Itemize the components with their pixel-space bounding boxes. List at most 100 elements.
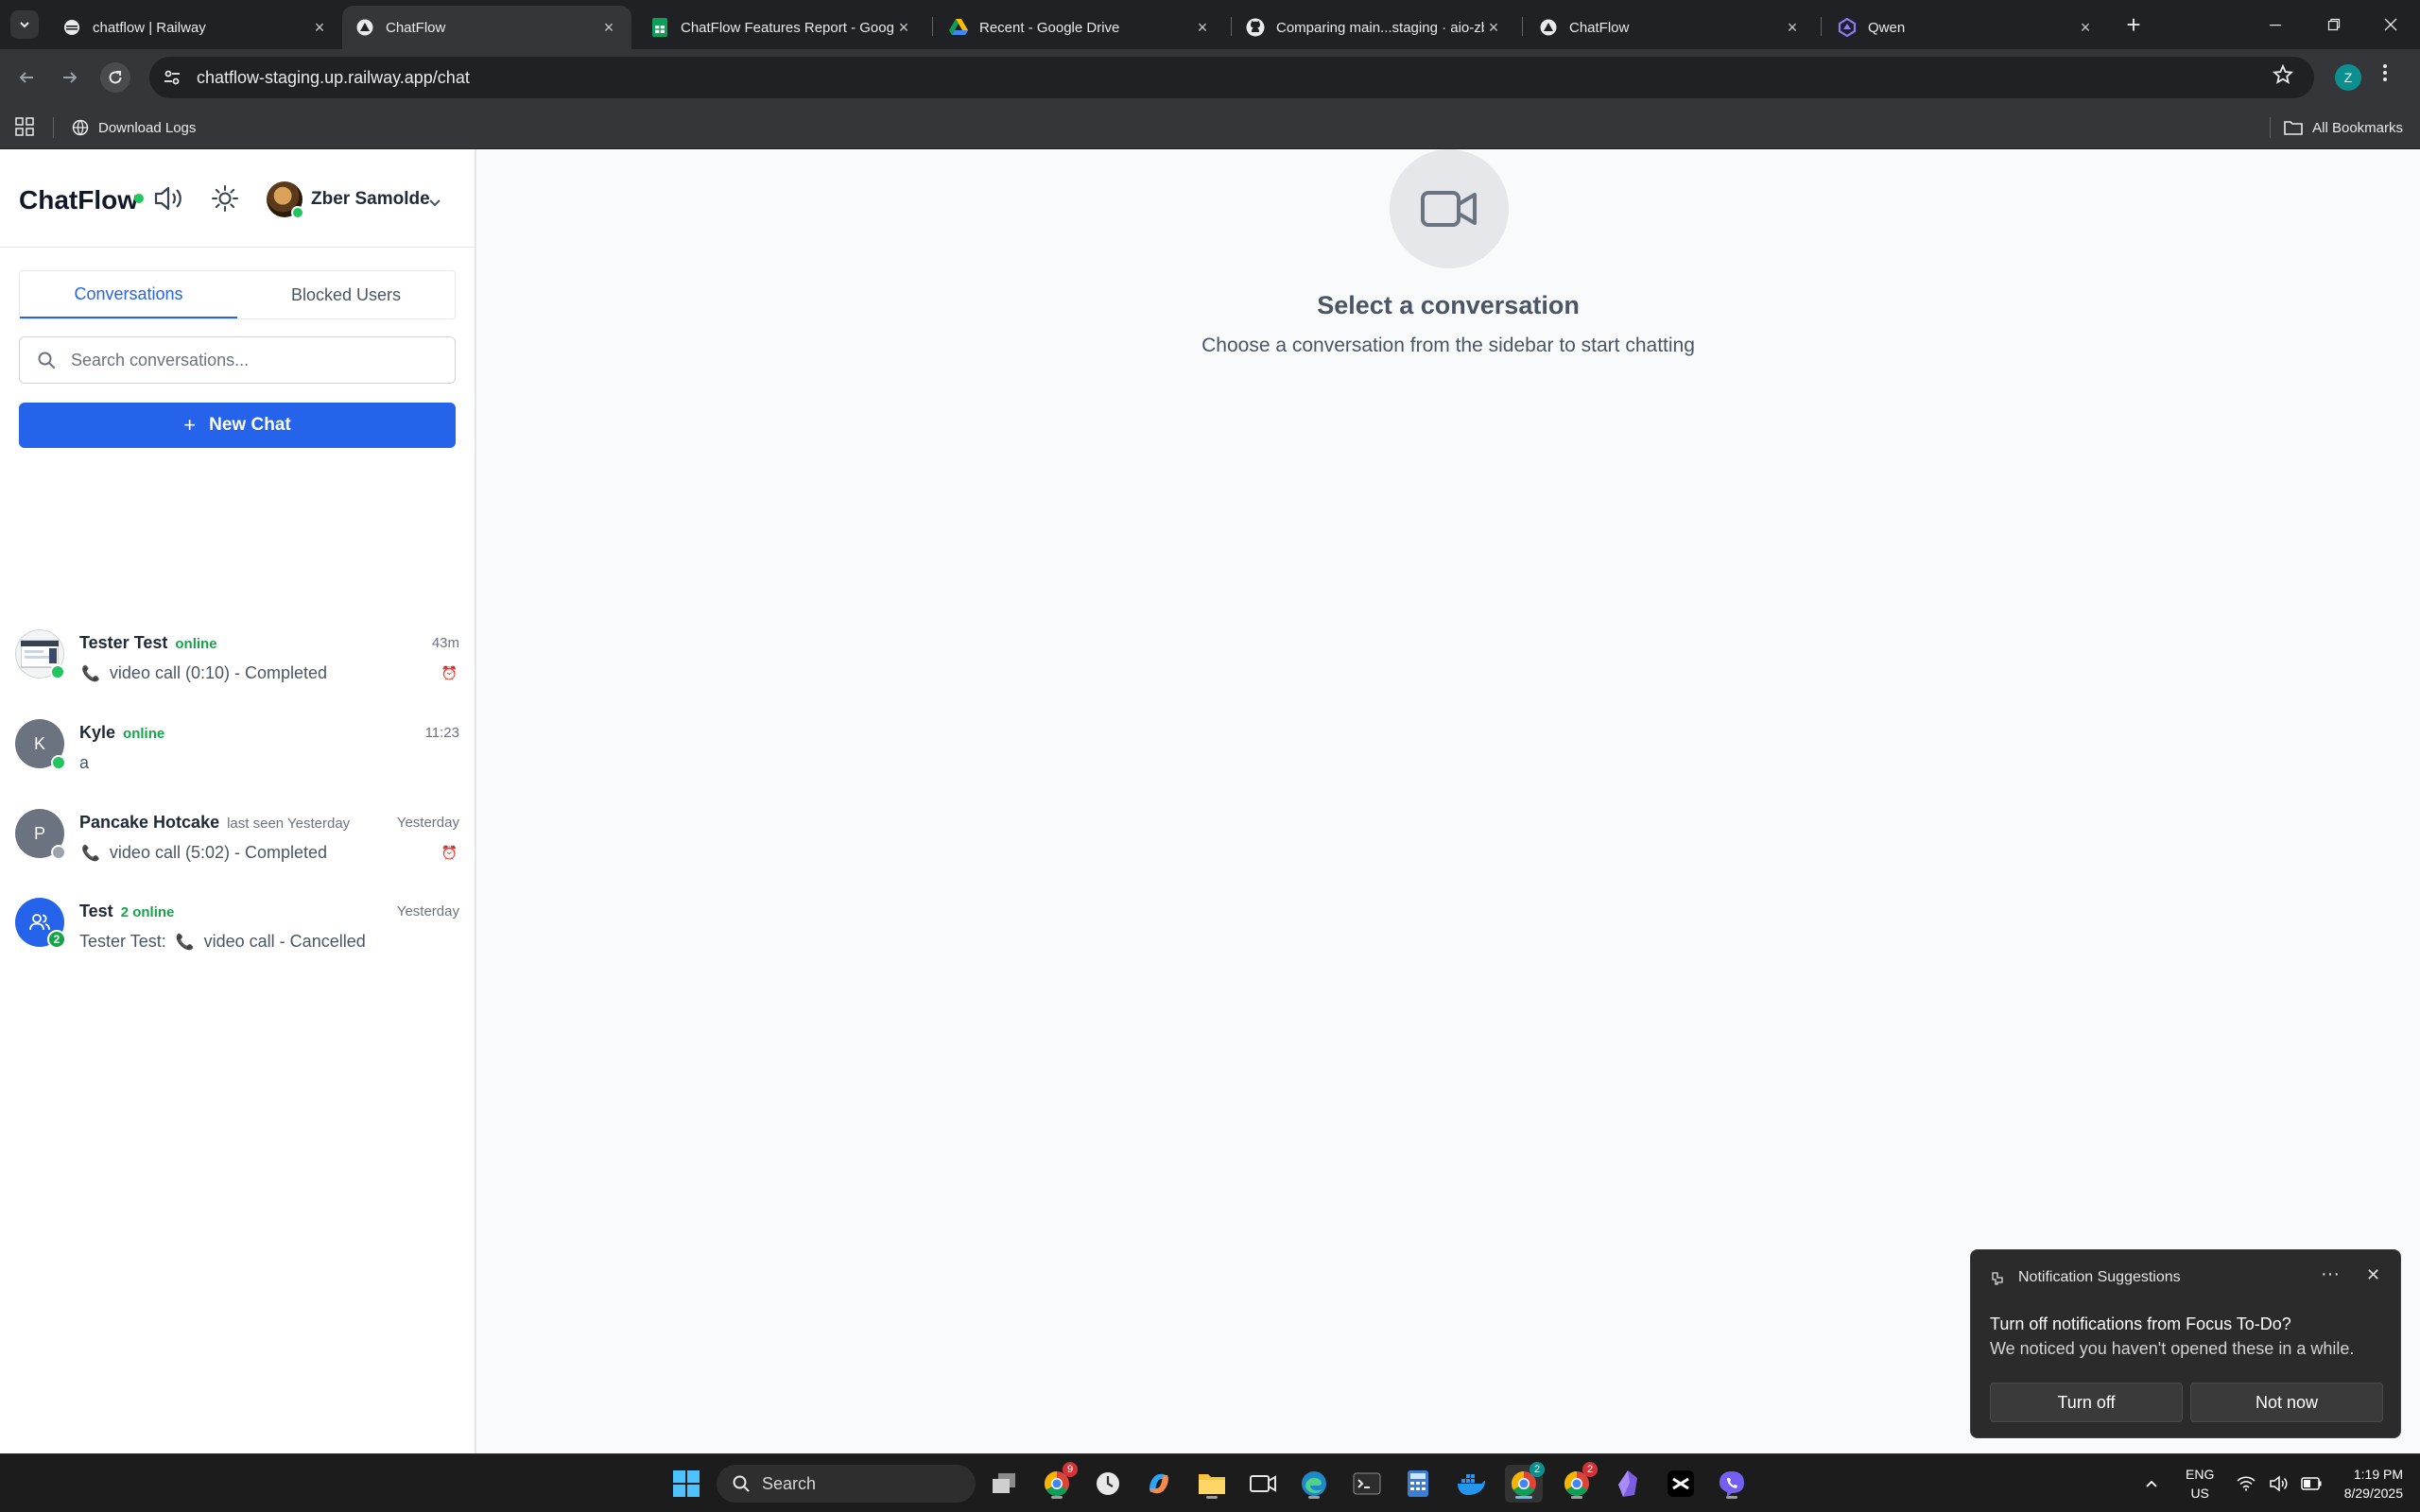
sidebar: ChatFlow Zber Samolde Conversations Bloc… — [0, 149, 476, 1453]
browser-tab[interactable]: chatflow | Railway × — [49, 6, 342, 49]
close-icon[interactable]: × — [2076, 18, 2095, 37]
chrome-profile-icon[interactable]: 2 — [1558, 1462, 1598, 1503]
chrome-icon[interactable]: 9 — [1038, 1462, 1078, 1503]
forward-button[interactable] — [55, 62, 85, 93]
close-icon[interactable]: × — [310, 18, 329, 37]
close-icon[interactable]: × — [599, 18, 618, 37]
browser-tab[interactable]: Recent - Google Drive × — [936, 6, 1225, 49]
conversation-item[interactable]: Tester Test online 43m 📞 video call (0:10… — [0, 612, 475, 701]
file-explorer-icon[interactable] — [1193, 1465, 1231, 1503]
edge-icon[interactable] — [1295, 1465, 1333, 1503]
conversation-item[interactable]: K Kyle online 11:23 a — [0, 702, 475, 791]
user-avatar[interactable] — [267, 181, 304, 219]
more-options-icon[interactable]: ··· — [2321, 1263, 2340, 1285]
speaker-icon[interactable] — [153, 183, 185, 214]
all-bookmarks-button[interactable]: All Bookmarks — [2270, 115, 2403, 140]
alarm-clock-icon: ⏰ — [441, 845, 458, 860]
close-icon[interactable]: × — [894, 18, 913, 37]
system-tray-icons[interactable] — [2237, 1454, 2322, 1512]
new-tab-button[interactable]: + — [2120, 10, 2147, 39]
reload-icon — [109, 71, 122, 84]
browser-tab[interactable]: ChatFlow × — [1526, 6, 1815, 49]
capcut-icon[interactable] — [1662, 1465, 1700, 1503]
close-icon[interactable]: ✕ — [2366, 1265, 2380, 1285]
apps-grid-icon[interactable] — [15, 117, 34, 136]
show-hidden-icons[interactable] — [2144, 1454, 2159, 1512]
chrome-icon-active[interactable]: 2 — [1505, 1462, 1545, 1503]
browser-tab[interactable]: Qwen × — [1824, 6, 2108, 49]
close-icon[interactable]: × — [1783, 18, 1802, 37]
avatar-initial: K — [33, 733, 45, 753]
tab-separator — [1821, 17, 1822, 36]
viber-icon[interactable] — [1713, 1465, 1751, 1503]
bookmark-download-logs[interactable]: Download Logs — [72, 115, 196, 140]
chevron-down-icon[interactable] — [427, 195, 442, 210]
browser-tab[interactable]: ChatFlow Features Report - Googl × — [637, 6, 926, 49]
copilot-icon[interactable] — [1140, 1465, 1178, 1503]
new-chat-button[interactable]: + New Chat — [19, 403, 456, 448]
tab-label: ChatFlow Features Report - Googl — [681, 19, 894, 36]
terminal-icon[interactable] — [1348, 1465, 1386, 1503]
close-icon[interactable]: × — [1193, 18, 1212, 37]
snipping-tool-icon[interactable] — [1244, 1465, 1282, 1503]
close-icon[interactable]: × — [1484, 18, 1503, 37]
tab-separator — [1522, 17, 1523, 36]
conversation-time: Yesterday — [396, 903, 459, 919]
preview-text: video call (0:10) - Completed — [109, 663, 328, 682]
language-indicator[interactable]: ENG US — [2186, 1454, 2214, 1512]
telephone-icon: 📞 — [81, 665, 100, 682]
notification-badge: 2 — [1582, 1462, 1598, 1477]
clock-date: 8/29/2025 — [2343, 1486, 2403, 1501]
window-close-button[interactable] — [2361, 0, 2420, 49]
taskbar-search[interactable]: Search — [717, 1465, 976, 1503]
tab-conversations[interactable]: Conversations — [20, 271, 237, 318]
alarm-clock-icon: ⏰ — [441, 665, 458, 680]
calculator-icon[interactable] — [1399, 1465, 1437, 1503]
not-now-button[interactable]: Not now — [2190, 1383, 2383, 1422]
avatar-initial: P — [33, 823, 45, 843]
clock[interactable]: 1:19 PM 8/29/2025 — [2337, 1454, 2403, 1512]
reload-button[interactable] — [100, 62, 130, 93]
user-name[interactable]: Zber Samolde — [311, 189, 430, 210]
search-input[interactable] — [71, 350, 449, 370]
tab-label: Recent - Google Drive — [979, 19, 1120, 36]
turn-off-button[interactable]: Turn off — [1990, 1383, 2183, 1422]
github-icon — [1246, 18, 1265, 37]
restore-icon — [2327, 18, 2341, 31]
sun-icon[interactable] — [210, 183, 240, 214]
tab-search-button[interactable] — [10, 10, 39, 39]
bookmark-star-icon[interactable] — [2272, 63, 2294, 91]
notification-heading: Turn off notifications from Focus To-Do? — [1990, 1314, 2291, 1333]
arrow-right-icon — [63, 72, 78, 83]
back-button[interactable] — [11, 62, 42, 93]
preview-text: video call (5:02) - Completed — [109, 843, 328, 862]
conversation-item[interactable]: P Pancake Hotcake last seen Yesterday Yes… — [0, 792, 475, 881]
tab-label: Qwen — [1868, 19, 1906, 36]
profile-avatar[interactable]: Z — [2335, 64, 2361, 91]
start-button[interactable] — [667, 1465, 705, 1503]
docker-icon[interactable] — [1452, 1465, 1490, 1503]
url-text: chatflow-staging.up.railway.app/chat — [197, 67, 470, 87]
browser-tab-active[interactable]: ChatFlow × — [342, 6, 631, 49]
address-bar[interactable]: chatflow-staging.up.railway.app/chat — [149, 57, 2314, 98]
conversation-name-text: Test — [79, 902, 113, 920]
bookmarks-separator — [2270, 117, 2272, 138]
conversation-status: last seen Yesterday — [227, 816, 351, 832]
running-indicator — [1515, 1496, 1532, 1499]
clock-app-icon[interactable] — [1089, 1465, 1127, 1503]
task-view-icon[interactable] — [985, 1465, 1023, 1503]
site-settings-icon[interactable] — [157, 62, 187, 93]
restore-button[interactable] — [2305, 0, 2363, 49]
notification-toast: Notification Suggestions ··· ✕ Turn off … — [1970, 1249, 2401, 1438]
search-icon — [733, 1475, 750, 1492]
telephone-icon: 📞 — [81, 845, 100, 862]
browser-tab[interactable]: Comparing main...staging · aio-zbe × — [1233, 6, 1516, 49]
offline-status-dot — [51, 845, 66, 860]
browser-menu-icon[interactable] — [2382, 62, 2388, 89]
obsidian-icon[interactable] — [1609, 1465, 1647, 1503]
tab-blocked-users[interactable]: Blocked Users — [237, 271, 455, 318]
tab-separator — [1231, 17, 1232, 36]
conversation-item[interactable]: 2 Test 2 online Yesterday Tester Test: 📞 … — [0, 881, 475, 970]
bookmarks-separator — [53, 117, 54, 138]
minimize-button[interactable] — [2246, 0, 2305, 49]
